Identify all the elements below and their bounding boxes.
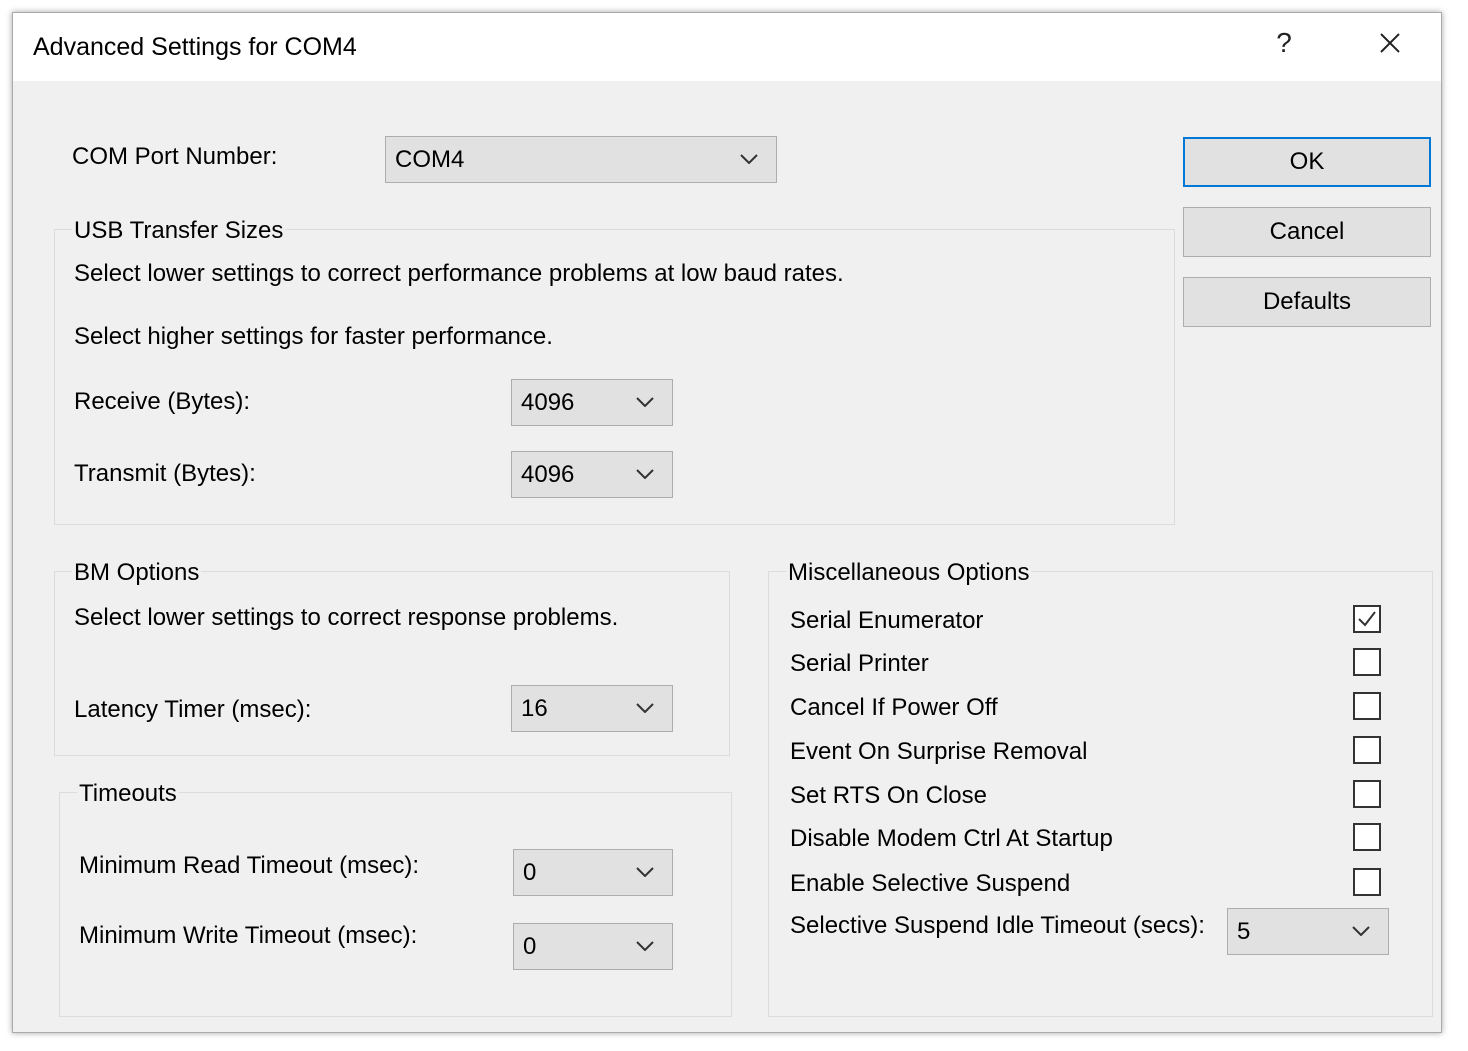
misc-option-label: Serial Printer [790, 650, 929, 677]
close-button[interactable] [1365, 23, 1415, 63]
idle-timeout-value: 5 [1237, 917, 1251, 945]
misc-option-label: Cancel If Power Off [790, 694, 998, 721]
timeouts-title: Timeouts [77, 780, 179, 808]
idle-timeout-label: Selective Suspend Idle Timeout (secs): [790, 912, 1205, 939]
transmit-bytes-dropdown[interactable]: 4096 [511, 451, 673, 498]
misc-option-checkbox[interactable] [1353, 868, 1381, 896]
receive-bytes-dropdown[interactable]: 4096 [511, 379, 673, 426]
misc-option-checkbox[interactable] [1353, 823, 1381, 851]
chevron-down-icon [636, 396, 654, 407]
min-write-timeout-value: 0 [523, 932, 537, 960]
misc-options-title: Miscellaneous Options [786, 559, 1032, 587]
min-write-timeout-label: Minimum Write Timeout (msec): [79, 922, 418, 949]
chevron-down-icon [636, 940, 654, 951]
min-read-timeout-dropdown[interactable]: 0 [513, 849, 673, 896]
min-read-timeout-value: 0 [523, 858, 537, 886]
misc-option-label: Event On Surprise Removal [790, 738, 1088, 765]
help-button[interactable]: ? [1259, 23, 1309, 63]
chevron-down-icon [636, 866, 654, 877]
receive-bytes-value: 4096 [521, 388, 575, 416]
latency-timer-dropdown[interactable]: 16 [511, 685, 673, 732]
transmit-bytes-value: 4096 [521, 460, 575, 488]
window-title: Advanced Settings for COM4 [33, 33, 357, 61]
chevron-down-icon [636, 702, 654, 713]
bm-options-title: BM Options [72, 559, 202, 587]
cancel-button[interactable]: Cancel [1183, 207, 1431, 257]
min-read-timeout-label: Minimum Read Timeout (msec): [79, 852, 420, 879]
com-port-dropdown[interactable]: COM4 [385, 136, 777, 183]
bm-options-desc: Select lower settings to correct respons… [74, 604, 619, 631]
min-write-timeout-dropdown[interactable]: 0 [513, 923, 673, 970]
misc-option-checkbox[interactable] [1353, 648, 1381, 676]
misc-option-label: Enable Selective Suspend [790, 870, 1071, 897]
misc-option-checkbox[interactable] [1353, 736, 1381, 764]
title-bar: Advanced Settings for COM4 ? [13, 13, 1441, 81]
usb-desc-lower: Select lower settings to correct perform… [74, 260, 844, 287]
receive-bytes-label: Receive (Bytes): [74, 388, 251, 415]
idle-timeout-dropdown[interactable]: 5 [1227, 908, 1389, 955]
close-icon [1380, 33, 1400, 53]
checkmark-icon [1358, 611, 1376, 627]
help-icon: ? [1276, 27, 1292, 58]
misc-option-checkbox[interactable] [1353, 605, 1381, 633]
timeouts-group [59, 792, 732, 1017]
com-port-label: COM Port Number: [72, 143, 278, 170]
com-port-value: COM4 [395, 145, 465, 173]
transmit-bytes-label: Transmit (Bytes): [74, 460, 256, 487]
misc-option-label: Disable Modem Ctrl At Startup [790, 825, 1113, 852]
latency-timer-value: 16 [521, 694, 548, 722]
misc-option-label: Serial Enumerator [790, 607, 984, 634]
chevron-down-icon [1352, 925, 1370, 936]
misc-option-label: Set RTS On Close [790, 782, 987, 809]
advanced-settings-dialog: Advanced Settings for COM4 ? COM Port Nu… [12, 12, 1442, 1033]
misc-option-checkbox[interactable] [1353, 780, 1381, 808]
latency-timer-label: Latency Timer (msec): [74, 696, 312, 723]
ok-button[interactable]: OK [1183, 137, 1431, 187]
usb-desc-higher: Select higher settings for faster perfor… [74, 323, 553, 350]
chevron-down-icon [636, 468, 654, 479]
chevron-down-icon [740, 153, 758, 164]
misc-option-checkbox[interactable] [1353, 692, 1381, 720]
defaults-button[interactable]: Defaults [1183, 277, 1431, 327]
usb-transfer-title: USB Transfer Sizes [72, 217, 286, 245]
